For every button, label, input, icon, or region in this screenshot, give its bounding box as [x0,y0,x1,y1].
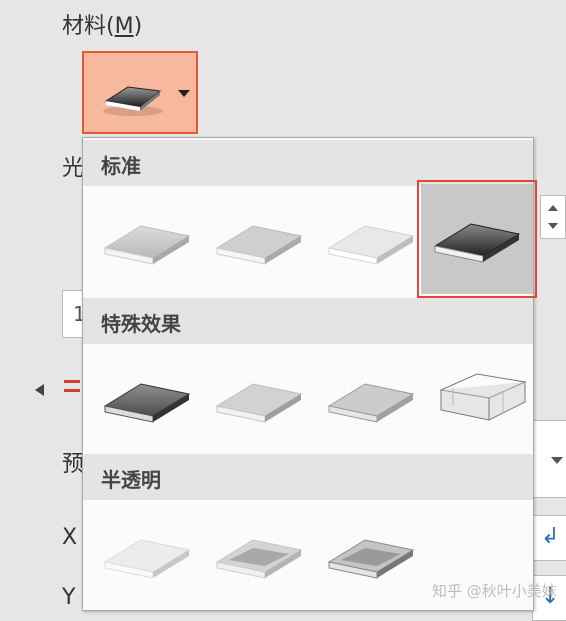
rotation-section-icon [64,380,80,402]
dark-edge-material-icon [103,383,191,423]
x-rotation-label: X [62,525,78,550]
flat-material-icon [327,383,415,423]
material-soft-edge[interactable] [203,344,315,454]
section-header-standard: 标准 [83,140,533,186]
spin-down-icon[interactable] [548,223,558,229]
metal-material-icon [103,86,163,116]
material-matte[interactable] [91,186,203,296]
material-dark-edge[interactable] [91,344,203,454]
light-label: 光 [62,156,85,181]
material-wireframe[interactable] [427,344,539,454]
spin-up-icon[interactable] [548,205,558,211]
material-metal-selected[interactable] [417,180,537,298]
y-rotation-label: Y [62,585,76,610]
section-header-special-effects: 特殊效果 [83,298,533,344]
light-angle-spinner[interactable] [540,195,566,239]
plastic-material-icon [327,225,415,265]
matte-material-icon [103,225,191,265]
chevron-down-icon [551,457,563,464]
warm-matte-material-icon [215,225,303,265]
x-rotation-input[interactable]: ↲ [532,515,566,561]
soft-edge-material-icon [215,383,303,423]
rotate-left-icon[interactable]: ↲ [541,526,559,548]
dropdown-arrow-icon [178,90,190,97]
material-flat[interactable] [315,344,427,454]
material-clear[interactable] [203,500,315,610]
material-powder[interactable] [91,500,203,610]
section-header-translucent: 半透明 [83,454,533,500]
collapse-triangle-icon[interactable] [35,384,44,396]
watermark: 知乎 @秋叶小美妹 [432,582,557,600]
material-label: 材料(M) [62,14,143,39]
preset-label: 预 [62,452,85,477]
material-soft-metal[interactable] [315,500,427,610]
material-gallery-popup: 标准 特殊效果 半透明 [82,137,537,611]
soft-metal-material-icon [327,539,415,579]
wireframe-material-icon [439,373,527,421]
powder-material-icon [103,539,191,579]
material-dropdown-button[interactable] [82,51,198,134]
metal-material-icon [433,223,521,263]
clear-material-icon [215,539,303,579]
material-plastic[interactable] [315,186,427,296]
material-warm-matte[interactable] [203,186,315,296]
